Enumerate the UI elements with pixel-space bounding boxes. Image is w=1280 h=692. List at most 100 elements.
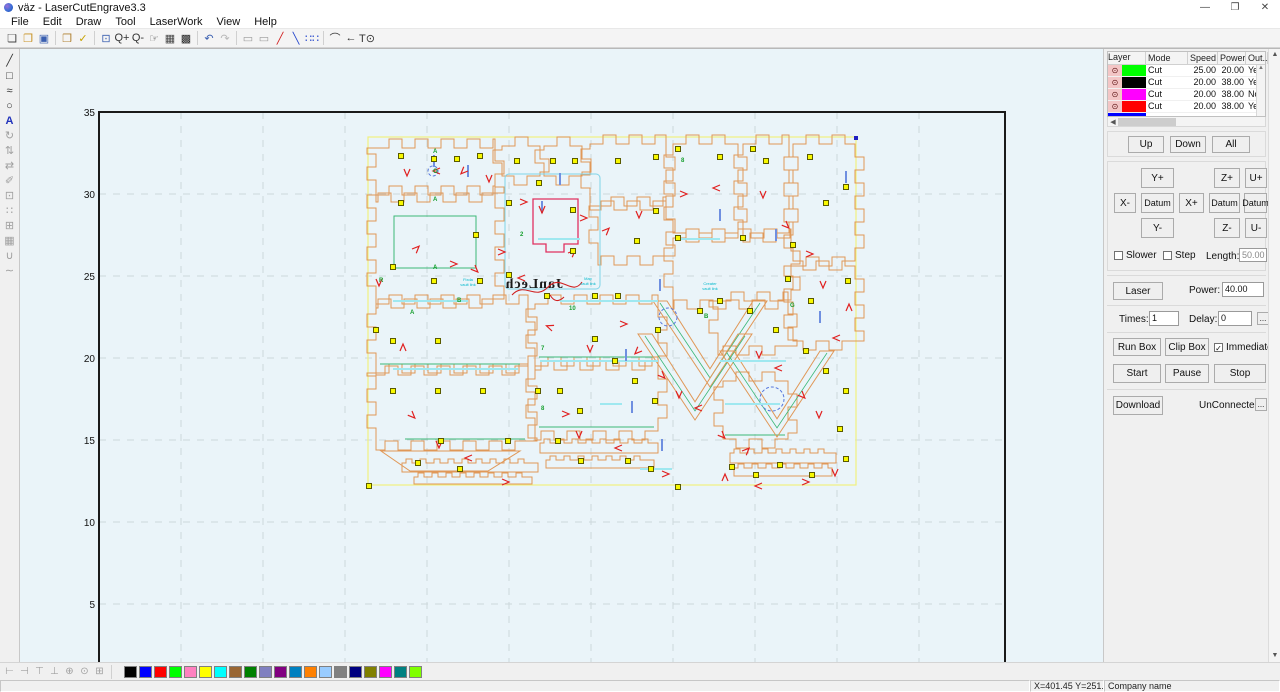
- palette-color-20[interactable]: [409, 666, 422, 678]
- close-button[interactable]: ✕: [1250, 0, 1280, 15]
- palette-color-16[interactable]: [349, 666, 362, 678]
- drawing-canvas[interactable]: 3530252015105AOAABA2108B78RGJanLechFixda…: [20, 49, 1103, 662]
- slower-checkbox[interactable]: Slower: [1114, 250, 1157, 261]
- align-top-icon[interactable]: ⊤: [32, 664, 47, 679]
- y-minus-button[interactable]: Y-: [1141, 218, 1174, 238]
- arrow-left-icon[interactable]: ←: [343, 30, 359, 46]
- line-tool-icon[interactable]: ╱: [2, 53, 18, 68]
- palette-color-6[interactable]: [199, 666, 212, 678]
- blue-line-icon[interactable]: ╲: [288, 30, 304, 46]
- undo-icon[interactable]: ↶: [201, 30, 217, 46]
- down-button[interactable]: Down: [1170, 136, 1206, 153]
- scroll-left-icon[interactable]: ◀: [1108, 118, 1118, 126]
- palette-color-15[interactable]: [334, 666, 347, 678]
- offset-tool-icon[interactable]: ⊡: [2, 188, 18, 203]
- array-tool-icon[interactable]: ∷: [2, 203, 18, 218]
- marquee2-icon[interactable]: ▭: [256, 30, 272, 46]
- laser-button[interactable]: Laser: [1113, 282, 1163, 300]
- layer-table-hscrollbar[interactable]: ◀: [1107, 117, 1266, 127]
- palette-color-14[interactable]: [319, 666, 332, 678]
- start-button[interactable]: Start: [1113, 364, 1161, 383]
- menu-edit[interactable]: Edit: [36, 16, 69, 28]
- menu-file[interactable]: File: [4, 16, 36, 28]
- layer-visible-icon[interactable]: ⊙: [1108, 65, 1122, 76]
- align-left-icon[interactable]: ⊢: [2, 664, 17, 679]
- palette-color-7[interactable]: [214, 666, 227, 678]
- open-icon[interactable]: ❐: [20, 30, 36, 46]
- layer-row-3[interactable]: ⊙Cut20.0038.00No1: [1108, 89, 1265, 101]
- palette-color-3[interactable]: [154, 666, 167, 678]
- layer-color-swatch[interactable]: [1122, 89, 1146, 100]
- restore-button[interactable]: ❐: [1220, 0, 1250, 15]
- layer-color-swatch[interactable]: [1122, 77, 1146, 88]
- center-v-icon[interactable]: ⊙: [77, 664, 92, 679]
- import-icon[interactable]: ❒: [59, 30, 75, 46]
- up-button[interactable]: Up: [1128, 136, 1164, 153]
- red-line-icon[interactable]: ╱: [272, 30, 288, 46]
- power-field[interactable]: 40.00: [1222, 282, 1264, 297]
- layer-visible-icon[interactable]: ⊙: [1108, 77, 1122, 88]
- knife-icon[interactable]: ✓: [75, 30, 91, 46]
- pan-icon[interactable]: ☞: [146, 30, 162, 46]
- arc-icon[interactable]: ⌒: [327, 30, 343, 46]
- layer-table-scrollbar[interactable]: ▲: [1256, 65, 1265, 116]
- palette-color-9[interactable]: [244, 666, 257, 678]
- marquee-icon[interactable]: ▭: [240, 30, 256, 46]
- u-datum-button[interactable]: Datum: [1244, 193, 1267, 213]
- scroll-down-icon[interactable]: ▼: [1269, 650, 1280, 662]
- panel-scrollbar[interactable]: ▲ ▼: [1268, 49, 1280, 662]
- times-field[interactable]: 1: [1149, 311, 1179, 326]
- z-datum-button[interactable]: Datum: [1209, 193, 1240, 213]
- mirror-v-tool-icon[interactable]: ⇅: [2, 143, 18, 158]
- layer-visible-icon[interactable]: ⊙: [1108, 89, 1122, 100]
- minimize-button[interactable]: —: [1190, 0, 1220, 15]
- layer-row-partial[interactable]: [1108, 113, 1265, 116]
- palette-color-13[interactable]: [304, 666, 317, 678]
- align-right-icon[interactable]: ⊣: [17, 664, 32, 679]
- layer-color-cell[interactable]: ⊙: [1108, 101, 1146, 112]
- grid-dark-icon[interactable]: ▩: [178, 30, 194, 46]
- run-box-button[interactable]: Run Box: [1113, 338, 1161, 356]
- grid-preview-icon[interactable]: ▦: [162, 30, 178, 46]
- save-icon[interactable]: ▣: [36, 30, 52, 46]
- z-minus-button[interactable]: Z-: [1214, 218, 1240, 238]
- add-box-tool-icon[interactable]: ⊞: [2, 218, 18, 233]
- center-h-icon[interactable]: ⊕: [62, 664, 77, 679]
- length-field[interactable]: 50.00: [1239, 248, 1267, 262]
- hatch-tool-icon[interactable]: ▦: [2, 233, 18, 248]
- u-minus-button[interactable]: U-: [1245, 218, 1267, 238]
- palette-color-18[interactable]: [379, 666, 392, 678]
- palette-color-19[interactable]: [394, 666, 407, 678]
- palette-color-5[interactable]: [184, 666, 197, 678]
- layer-row-4[interactable]: ⊙Cut20.0038.00Yes1: [1108, 101, 1265, 113]
- menu-view[interactable]: View: [210, 16, 248, 28]
- node-edit-tool-icon[interactable]: ✐: [2, 173, 18, 188]
- menu-draw[interactable]: Draw: [69, 16, 109, 28]
- all-button[interactable]: All: [1212, 136, 1250, 153]
- select-icon[interactable]: ⊡: [98, 30, 114, 46]
- palette-color-8[interactable]: [229, 666, 242, 678]
- wave-tool-icon[interactable]: ∼: [2, 263, 18, 278]
- delay-field[interactable]: 0: [1218, 311, 1252, 326]
- mirror-h-tool-icon[interactable]: ⇄: [2, 158, 18, 173]
- layer-table[interactable]: Layer Mode Speed Power Out... ⊙Cut25.002…: [1107, 51, 1266, 117]
- layer-color-swatch[interactable]: [1122, 65, 1146, 76]
- menu-help[interactable]: Help: [247, 16, 284, 28]
- stop-button[interactable]: Stop: [1214, 364, 1266, 383]
- x-minus-button[interactable]: X-: [1114, 193, 1136, 213]
- step-checkbox[interactable]: Step: [1163, 250, 1196, 261]
- palette-color-1[interactable]: [124, 666, 137, 678]
- layer-color-cell[interactable]: ⊙: [1108, 65, 1146, 76]
- datum-button[interactable]: Datum: [1141, 193, 1174, 213]
- scroll-up-icon[interactable]: ▲: [1269, 49, 1280, 61]
- palette-color-10[interactable]: [259, 666, 272, 678]
- new-icon[interactable]: ❏: [4, 30, 20, 46]
- clip-box-button[interactable]: Clip Box: [1165, 338, 1209, 356]
- menu-laserwork[interactable]: LaserWork: [143, 16, 210, 28]
- immediate-checkbox[interactable]: ✓Immediate: [1214, 342, 1273, 353]
- ellipse-tool-icon[interactable]: ○: [2, 98, 18, 113]
- palette-color-12[interactable]: [289, 666, 302, 678]
- layer-row-1[interactable]: ⊙Cut25.0020.00Yes1: [1108, 65, 1265, 77]
- layer-row-2[interactable]: ⊙Cut20.0038.00Yes1: [1108, 77, 1265, 89]
- y-plus-button[interactable]: Y+: [1141, 168, 1174, 188]
